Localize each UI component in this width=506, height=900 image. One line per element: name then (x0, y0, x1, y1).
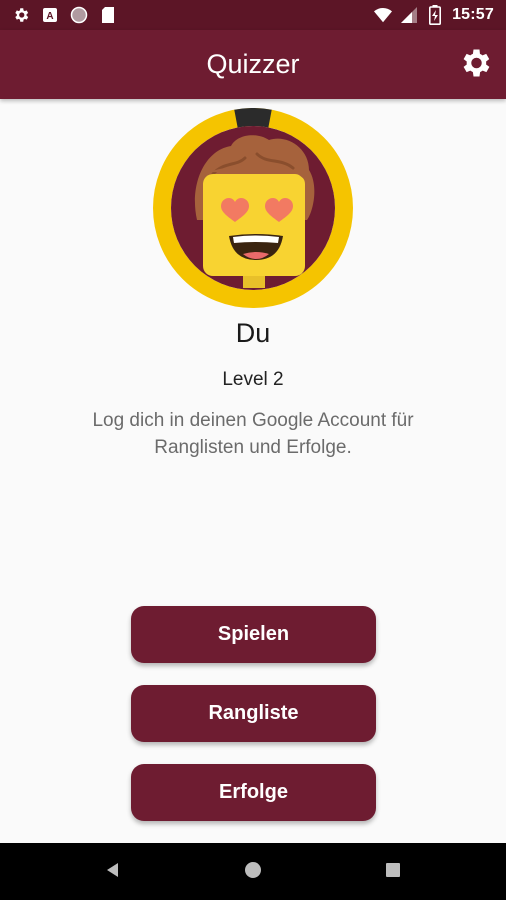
settings-gear-icon (12, 6, 30, 24)
svg-text:A: A (46, 11, 53, 22)
settings-button[interactable] (456, 46, 494, 84)
level-progress-fill (234, 108, 272, 128)
status-bar: A 15:57 (0, 0, 506, 30)
back-icon (104, 861, 122, 884)
home-button[interactable] (238, 857, 268, 887)
back-button[interactable] (98, 857, 128, 887)
status-time: 15:57 (452, 6, 494, 23)
avatar-face (203, 174, 305, 276)
sd-card-icon (99, 6, 117, 24)
achievements-button[interactable]: Erfolge (131, 764, 376, 821)
status-left: A (12, 6, 117, 24)
player-avatar (153, 108, 353, 308)
player-level: Level 2 (222, 369, 284, 390)
battery-charging-icon (426, 5, 444, 25)
circle-notification-icon (70, 6, 88, 24)
home-icon (243, 860, 263, 885)
login-hint: Log dich in deinen Google Account für Ra… (92, 410, 414, 458)
wifi-icon (374, 6, 393, 24)
app-bar: Quizzer (0, 30, 506, 99)
recents-button[interactable] (378, 857, 408, 887)
signal-icon (400, 6, 418, 24)
translate-icon: A (41, 6, 59, 24)
player-name: Du (235, 318, 271, 348)
app-title: Quizzer (206, 49, 300, 79)
ranking-button[interactable]: Rangliste (131, 685, 376, 742)
gear-icon (457, 45, 493, 86)
recents-icon (385, 862, 401, 883)
status-right: 15:57 (374, 5, 494, 25)
play-button[interactable]: Spielen (131, 606, 376, 663)
navigation-bar (0, 843, 506, 900)
